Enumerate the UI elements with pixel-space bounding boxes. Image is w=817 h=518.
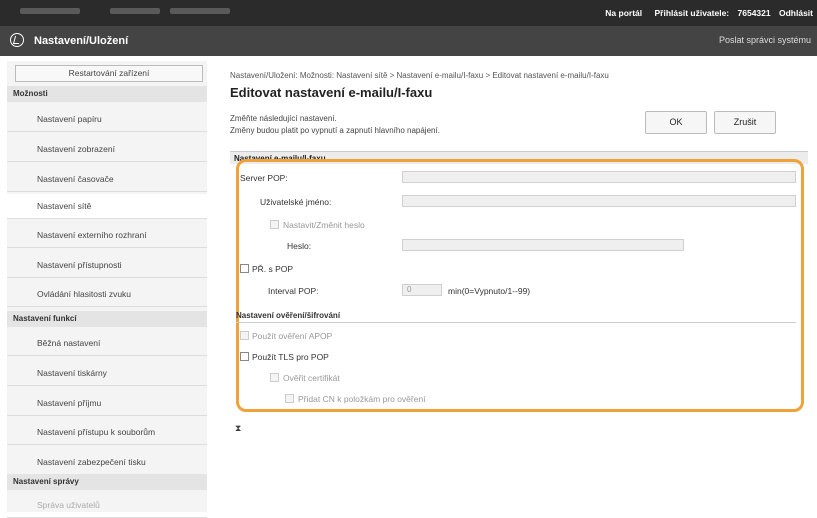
sidebar-item-file-access[interactable]: Nastavení přístupu k souborům xyxy=(7,420,207,445)
pop-server-input[interactable] xyxy=(402,171,796,183)
sidebar-item-volume[interactable]: Ovládání hlasitosti zvuku xyxy=(7,282,207,307)
app-title: Nastavení/Uložení xyxy=(34,35,129,47)
auth-section-title: Nastavení ověření/šifrování xyxy=(236,311,341,320)
sidebar-section-functions: Nastavení funkcí xyxy=(7,311,207,327)
tls-label: Použít TLS pro POP xyxy=(252,352,329,362)
user-id: 7654321 xyxy=(737,8,771,18)
restart-button[interactable]: Restartování zařízení xyxy=(15,65,203,82)
sidebar: Restartování zařízení Možnosti Nastavení… xyxy=(7,61,207,518)
sidebar-item-paper[interactable]: Nastavení papíru xyxy=(7,107,207,132)
add-cn-label: Přidat CN k položkám pro ověření xyxy=(298,394,426,404)
sidebar-section-options: Možnosti xyxy=(7,86,207,102)
set-password-checkbox[interactable] xyxy=(270,220,279,229)
login-label: Přihlásit uživatele: xyxy=(654,8,730,18)
sidebar-item-network[interactable]: Nastavení sítě xyxy=(7,194,207,219)
verify-cert-label: Ověřit certifikát xyxy=(283,373,340,383)
top-bar: Na portál Přihlásit uživatele: 7654321 O… xyxy=(0,0,817,26)
pop-interval-unit: min(0=Vypnuto/1--99) xyxy=(448,286,531,296)
sidebar-item-printer[interactable]: Nastavení tiskárny xyxy=(7,361,207,386)
sidebar-item-display[interactable]: Nastavení zobrazení xyxy=(7,137,207,162)
password-input[interactable] xyxy=(402,239,684,251)
to-top-icon[interactable]: ⧗ xyxy=(235,423,241,434)
title-bar: Nastavení/Uložení Poslat správci systému xyxy=(0,26,817,56)
blurred-text xyxy=(110,8,160,14)
set-password-label: Nastavit/Změnit heslo xyxy=(283,220,365,230)
rx-pop-label: PŘ. s POP xyxy=(252,264,294,274)
pop-interval-label: Interval POP: xyxy=(268,286,319,296)
rx-pop-checkbox[interactable] xyxy=(240,264,249,273)
sidebar-item-user-management[interactable]: Správa uživatelů xyxy=(7,493,207,518)
blurred-text xyxy=(170,8,230,14)
description-line: Změňte následující nastavení. xyxy=(230,114,337,123)
username-input[interactable] xyxy=(402,195,796,207)
sidebar-item-accessibility[interactable]: Nastavení přístupnosti xyxy=(7,253,207,278)
sidebar-item-external-interface[interactable]: Nastavení externího rozhraní xyxy=(7,223,207,248)
add-cn-checkbox[interactable] xyxy=(285,394,294,403)
blurred-text xyxy=(20,8,80,14)
sidebar-item-receive[interactable]: Nastavení příjmu xyxy=(7,391,207,416)
divider xyxy=(236,322,796,323)
sidebar-item-common[interactable]: Běžná nastavení xyxy=(7,331,207,356)
mail-admin-link[interactable]: Poslat správci systému xyxy=(719,35,811,45)
apop-checkbox[interactable] xyxy=(240,331,249,340)
ok-button[interactable]: OK xyxy=(645,111,707,134)
top-links: Na portál Přihlásit uživatele: 7654321 O… xyxy=(595,8,813,18)
apop-label: Použít ověření APOP xyxy=(252,331,333,341)
settings-logo-icon xyxy=(10,33,24,47)
breadcrumb: Nastavení/Uložení: Možnosti: Nastavení s… xyxy=(230,71,609,80)
sidebar-item-timer[interactable]: Nastavení časovače xyxy=(7,167,207,192)
logout-link[interactable]: Odhlásit xyxy=(779,8,813,18)
page-description: Změňte následující nastavení. Změny budo… xyxy=(230,113,440,137)
username-label: Uživatelské jméno: xyxy=(260,197,332,207)
portal-link[interactable]: Na portál xyxy=(605,8,642,18)
cancel-button[interactable]: Zrušit xyxy=(714,111,776,134)
pop-server-label: Server POP: xyxy=(240,173,288,183)
tls-checkbox[interactable] xyxy=(240,352,249,361)
sidebar-section-management: Nastavení správy xyxy=(7,474,207,490)
pop-interval-input[interactable]: 0 xyxy=(402,284,442,296)
description-line: Změny budou platit po vypnutí a zapnutí … xyxy=(230,126,440,135)
sidebar-item-print-security[interactable]: Nastavení zabezpečení tisku xyxy=(7,450,207,475)
password-label: Heslo: xyxy=(287,241,312,251)
page-title: Editovat nastavení e-mailu/I-faxu xyxy=(230,85,433,100)
verify-cert-checkbox[interactable] xyxy=(270,373,279,382)
